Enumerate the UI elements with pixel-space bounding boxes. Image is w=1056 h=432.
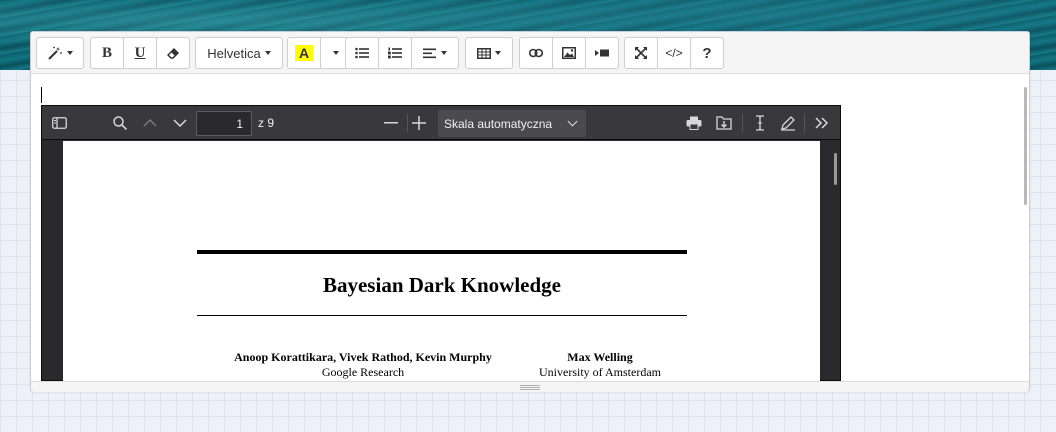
table-icon: [477, 47, 491, 59]
author-names: Max Welling: [567, 350, 633, 364]
paragraph-group: [345, 37, 459, 69]
toolbar-separator: [804, 114, 805, 132]
zoom-out-button[interactable]: [379, 111, 403, 135]
insert-group: [519, 37, 619, 69]
link-icon: [529, 48, 543, 58]
chevron-down-icon: [495, 51, 501, 55]
page-number-input[interactable]: 1: [196, 111, 252, 136]
bullet-list-button[interactable]: [345, 37, 379, 69]
image-icon: [562, 47, 576, 59]
paper-title: Bayesian Dark Knowledge: [322, 273, 561, 297]
bullet-list-icon: [355, 47, 369, 59]
chevron-down-icon: [333, 51, 339, 55]
search-icon: [113, 116, 127, 130]
highlight-color-button[interactable]: A: [287, 37, 321, 69]
chevron-down-icon: [67, 51, 73, 55]
author-block-left: Anoop Korattikara, Vivek Rathod, Kevin M…: [228, 350, 498, 380]
sidebar-icon: [51, 117, 67, 129]
magic-wand-icon: [48, 46, 62, 60]
pencil-icon: [781, 116, 795, 131]
video-icon: [595, 49, 609, 57]
text-cursor-icon: [756, 115, 764, 131]
insert-link-button[interactable]: [519, 37, 553, 69]
author-affiliation: Google Research: [321, 365, 405, 379]
help-button[interactable]: ?: [690, 37, 724, 69]
insert-video-button[interactable]: [585, 37, 619, 69]
chevron-down-icon: [264, 51, 271, 55]
zoom-select[interactable]: Skala automatyczna: [438, 110, 586, 137]
chevron-down-icon: [441, 51, 447, 55]
numbered-list-button[interactable]: [378, 37, 412, 69]
text-tool-button[interactable]: [748, 111, 772, 135]
font-family-label: Helvetica: [207, 45, 261, 61]
author-affiliation: University of Amsterdam: [539, 365, 661, 379]
zoom-in-button[interactable]: [407, 111, 431, 135]
chevron-down-icon: [173, 119, 187, 127]
style-group: [36, 37, 84, 69]
editor-toolbar: B U Helvetica A </> ?: [31, 32, 1029, 74]
chevron-up-icon: [143, 119, 157, 127]
numbered-list-icon: [388, 47, 402, 59]
bold-button[interactable]: B: [90, 37, 124, 69]
pdf-viewer: 1 z 9 Skala automatyczna Bayesian Dark K…: [41, 105, 841, 381]
editor-content[interactable]: 1 z 9 Skala automatyczna Bayesian Dark K…: [31, 75, 1029, 381]
pdf-scrollbar[interactable]: [834, 153, 837, 185]
next-page-button[interactable]: [168, 111, 192, 135]
insert-image-button[interactable]: [552, 37, 586, 69]
draw-tool-button[interactable]: [776, 111, 800, 135]
sidebar-toggle-button[interactable]: [47, 111, 71, 135]
fullscreen-icon: [635, 47, 647, 59]
author-block-right: Max Welling University of Amsterdam: [523, 350, 677, 380]
author-names: Anoop Korattikara, Vivek Rathod, Kevin M…: [234, 350, 492, 364]
rich-text-editor: B U Helvetica A </> ? 1 z 9 Skala automa…: [30, 31, 1030, 392]
clear-format-button[interactable]: [156, 37, 190, 69]
editor-scrollbar[interactable]: [1024, 87, 1027, 205]
align-icon: [423, 48, 436, 58]
chevron-down-icon: [567, 116, 578, 127]
zoom-select-value: Skala automatyczna: [444, 117, 553, 131]
font-family-dropdown[interactable]: Helvetica: [195, 37, 283, 69]
more-tools-button[interactable]: [810, 111, 834, 135]
table-dropdown[interactable]: [465, 37, 513, 69]
code-view-button[interactable]: </>: [657, 37, 691, 69]
pdf-page: Bayesian Dark Knowledge Anoop Korattikar…: [63, 141, 820, 381]
title-rule-bottom: [197, 315, 687, 316]
format-group: B U: [90, 37, 190, 69]
view-group: </> ?: [624, 37, 724, 69]
pdf-page-area[interactable]: Bayesian Dark Knowledge Anoop Korattikar…: [42, 141, 840, 381]
title-rule-top: [197, 250, 687, 254]
pdf-toolbar: 1 z 9 Skala automatyczna: [42, 106, 840, 140]
double-chevron-right-icon: [815, 117, 829, 129]
text-cursor: [41, 87, 42, 103]
plus-icon: [412, 116, 426, 130]
minus-icon: [384, 122, 398, 124]
color-group: A: [287, 37, 352, 69]
table-group: [465, 37, 513, 69]
eraser-icon: [167, 47, 179, 59]
underline-button[interactable]: U: [123, 37, 157, 69]
fullscreen-button[interactable]: [624, 37, 658, 69]
toolbar-separator: [742, 114, 743, 132]
magic-style-button[interactable]: [36, 37, 84, 69]
save-button[interactable]: [712, 111, 736, 135]
previous-page-button[interactable]: [138, 111, 162, 135]
find-button[interactable]: [108, 111, 132, 135]
font-group: Helvetica: [195, 37, 283, 69]
resize-bar[interactable]: [31, 381, 1029, 392]
resize-grip-icon: [520, 385, 540, 390]
print-icon: [686, 116, 702, 130]
download-icon: [716, 116, 732, 130]
page-count: z 9: [258, 116, 275, 130]
highlight-label: A: [294, 45, 314, 61]
print-button[interactable]: [682, 111, 706, 135]
align-dropdown[interactable]: [411, 37, 459, 69]
